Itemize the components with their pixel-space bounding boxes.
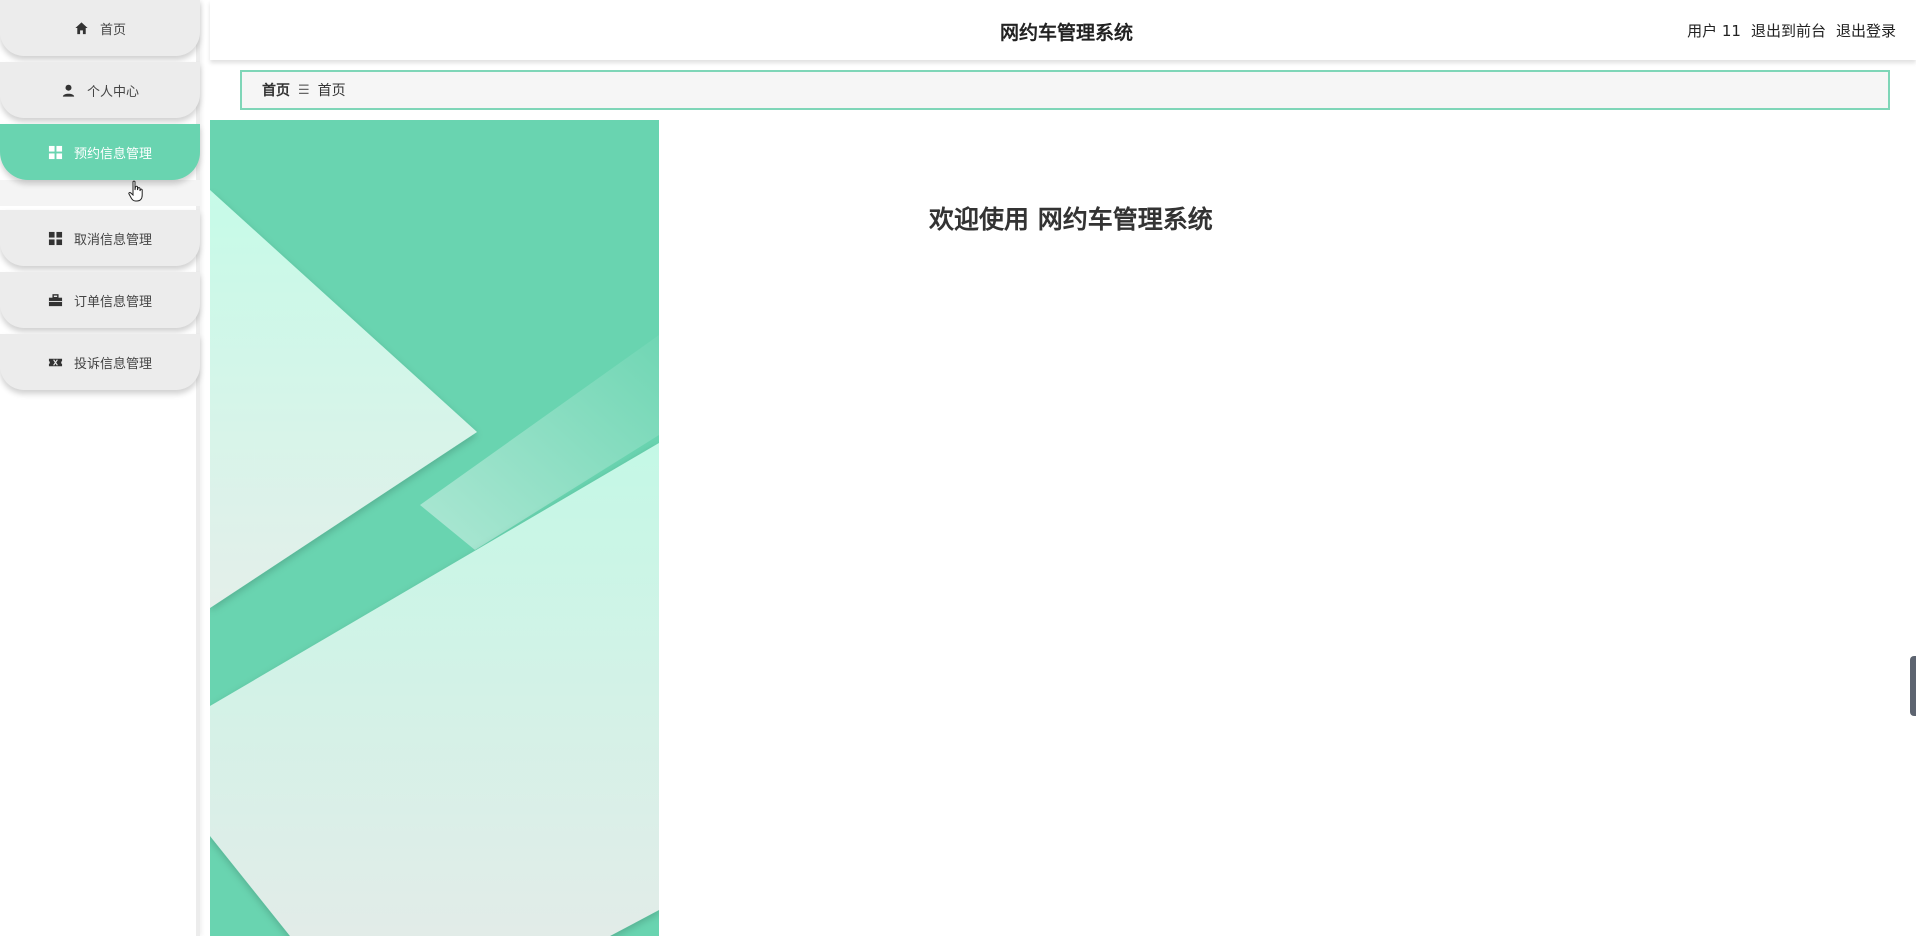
sidebar: 首页 个人中心 预约信息管理 取消信息管理 订单信息管理 投诉信息管理 (0, 0, 200, 936)
grid-icon (48, 144, 64, 160)
sidebar-item-label: 预约信息管理 (73, 146, 152, 162)
sidebar-item-orders[interactable]: 订单信息管理 (0, 272, 200, 328)
decorative-banner (210, 120, 659, 936)
user-icon (61, 82, 77, 98)
top-header: 网约车管理系统 用户 11 退出到前台 退出登录 (210, 0, 1916, 60)
exit-to-frontend-link[interactable]: 退出到前台 (1751, 20, 1826, 41)
breadcrumb-current: 首页 (317, 83, 346, 99)
sidebar-item-label: 投诉信息管理 (73, 356, 152, 372)
breadcrumb: 首页 ☰ 首页 (240, 70, 1890, 110)
sidebar-item-label: 取消信息管理 (73, 232, 152, 248)
sidebar-item-cancellation[interactable]: 取消信息管理 (0, 210, 200, 266)
sidebar-item-label: 个人中心 (86, 84, 139, 100)
ticket-icon (48, 354, 64, 370)
briefcase-icon (48, 292, 64, 308)
grid-icon (48, 230, 64, 246)
sidebar-item-complaints[interactable]: 投诉信息管理 (0, 334, 200, 390)
sidebar-item-reservation[interactable]: 预约信息管理 (0, 124, 200, 180)
home-icon (74, 20, 90, 36)
app-title: 网约车管理系统 (1000, 22, 1134, 44)
sidebar-item-label: 首页 (99, 22, 126, 38)
breadcrumb-home[interactable]: 首页 (262, 80, 290, 100)
breadcrumb-separator-icon: ☰ (298, 82, 310, 98)
sidebar-item-home[interactable]: 首页 (0, 0, 200, 56)
side-drawer-handle[interactable] (1910, 656, 1916, 716)
hand-cursor-icon (128, 180, 143, 202)
current-user: 用户 11 (1687, 22, 1741, 40)
logout-link[interactable]: 退出登录 (1836, 20, 1896, 41)
header-actions: 用户 11 退出到前台 退出登录 (1687, 20, 1896, 41)
sidebar-item-profile[interactable]: 个人中心 (0, 62, 200, 118)
sidebar-item-label: 订单信息管理 (73, 294, 152, 310)
submenu-placeholder (0, 180, 200, 206)
welcome-heading: 欢迎使用 网约车管理系统 (929, 205, 1213, 234)
